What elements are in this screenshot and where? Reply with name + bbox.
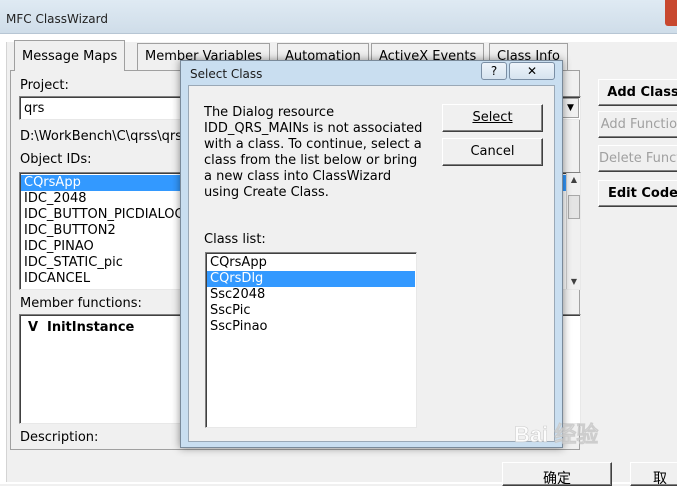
button-label: Add Class [607, 85, 677, 100]
button-label: Add Function [600, 117, 677, 132]
member-functions-label: Member functions: [20, 296, 142, 311]
scroll-down-icon[interactable]: ▼ [567, 275, 580, 289]
close-icon[interactable]: ✕ [509, 62, 555, 80]
edit-code-button[interactable]: Edit Code [598, 180, 677, 207]
chevron-down-icon[interactable]: ▼ [562, 98, 579, 118]
button-label: Delete Function [599, 151, 677, 166]
title-bar[interactable]: MFC ClassWizard [0, 0, 677, 34]
button-label: Edit Code [608, 186, 677, 201]
close-icon[interactable] [665, 0, 677, 26]
watermark-logo: Bai 经验 [514, 422, 599, 448]
class-list[interactable]: CQrsApp CQrsDlg Ssc2048 SscPic SscPinao [205, 252, 417, 428]
list-item[interactable]: CQrsDlg [207, 271, 415, 287]
object-ids-scrollbar[interactable]: ▲ ▼ [566, 173, 580, 289]
dialog-title: Select Class [190, 67, 263, 81]
button-label: Cancel [470, 144, 515, 159]
select-button[interactable]: Select [442, 104, 543, 132]
tab-message-maps[interactable]: Message Maps [14, 40, 126, 71]
list-item[interactable]: Ssc2048 [207, 287, 415, 303]
add-function-button[interactable]: Add Function [598, 111, 677, 138]
project-path: D:\WorkBench\C\qrss\qrs [20, 129, 182, 144]
window-title: MFC ClassWizard [6, 12, 108, 26]
description-label: Description: [20, 430, 99, 445]
watermark: Bai 经验 [514, 420, 642, 450]
delete-function-button[interactable]: Delete Function [598, 145, 677, 172]
list-item[interactable]: SscPic [207, 303, 415, 319]
scroll-up-icon[interactable]: ▲ [567, 173, 580, 187]
list-item[interactable]: CQrsApp [207, 255, 415, 271]
tab-label: Message Maps [22, 49, 118, 64]
member-function-prefix: V [28, 320, 39, 335]
list-item[interactable]: SscPinao [207, 319, 415, 335]
help-icon[interactable]: ? [481, 62, 507, 80]
dialog-message: The Dialog resource IDD_QRS_MAINs is not… [204, 105, 423, 200]
add-class-button[interactable]: Add Class [598, 79, 677, 106]
watermark-text: Bai 经验 [514, 422, 598, 447]
project-label: Project: [20, 78, 69, 93]
object-ids-label: Object IDs: [20, 152, 92, 167]
dialog-body: The Dialog resource IDD_QRS_MAINs is not… [188, 85, 555, 442]
select-class-dialog: Select Class ? ✕ The Dialog resource IDD… [180, 60, 563, 448]
member-function-item[interactable]: InitInstance [47, 320, 134, 335]
cancel-button[interactable]: Cancel [442, 138, 543, 166]
project-value: qrs [24, 101, 45, 116]
scrollbar-thumb[interactable] [568, 195, 580, 219]
ok-button[interactable]: 确定 [502, 462, 612, 486]
main-cancel-button[interactable]: 取 [630, 462, 677, 486]
button-label: Select [472, 110, 513, 125]
class-list-label: Class list: [204, 232, 266, 247]
